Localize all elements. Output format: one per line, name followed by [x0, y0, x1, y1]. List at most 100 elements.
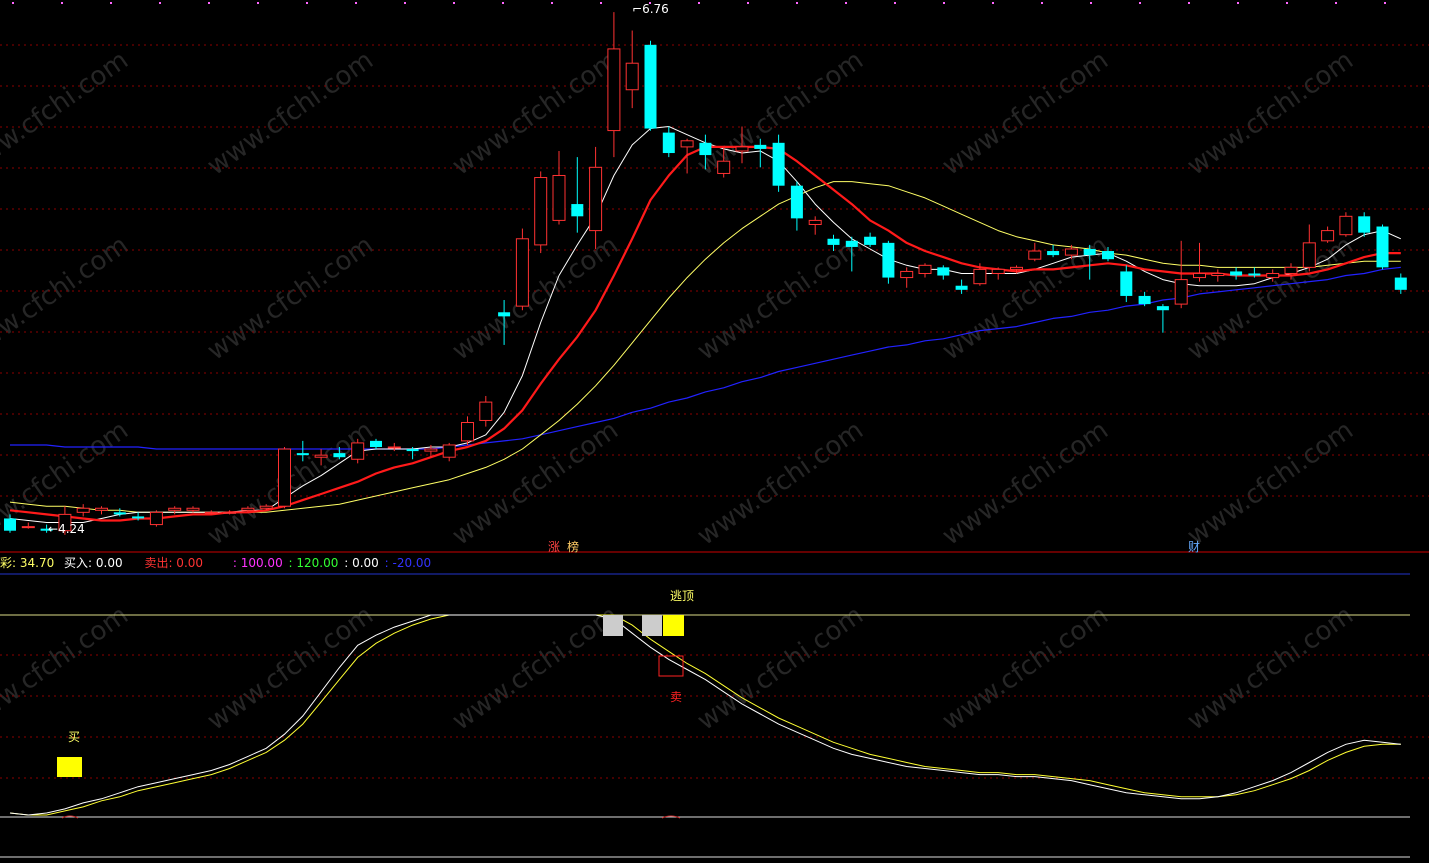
candle-body-down [1376, 226, 1389, 268]
top-tick [453, 2, 455, 4]
candle-body-up [1174, 279, 1188, 305]
candle-body-up [278, 448, 291, 507]
candle-body-up [589, 166, 603, 232]
candle-body-up [1284, 266, 1298, 274]
candle-body-up [351, 442, 365, 460]
candle-body-down [333, 453, 346, 458]
high-price-label: ⌐6.76 [632, 2, 669, 16]
top-tick [110, 2, 112, 4]
top-tick [257, 2, 259, 4]
top-tick [1188, 2, 1190, 4]
candle-body-down [882, 242, 895, 278]
top-tick [1237, 2, 1239, 4]
candle-body-up [515, 238, 529, 307]
candle-body-down [571, 204, 584, 217]
candle [1376, 224, 1389, 270]
top-tick [355, 2, 357, 4]
candle-body-up [314, 454, 328, 458]
status-level-120: : 120.00 [288, 556, 339, 570]
candle-body-down [370, 440, 382, 448]
arrow-icon: ⌐ [632, 2, 643, 16]
candle-body-up [717, 160, 731, 174]
candle-body-down [1230, 271, 1243, 276]
candle-body-up [1211, 272, 1225, 277]
candle-body-up [607, 48, 621, 132]
candle-body-down [699, 142, 712, 156]
candle-body-up [1339, 215, 1353, 236]
candle-body-down [498, 312, 511, 317]
top-tick [796, 2, 798, 4]
candle-body-down [662, 132, 675, 154]
candle [534, 171, 548, 254]
candle-body-down [1394, 277, 1407, 290]
escape-top-block [663, 615, 684, 636]
top-tick [992, 2, 994, 4]
candle-body-up [1302, 242, 1316, 268]
candle-body-up [534, 177, 548, 246]
top-tick [502, 2, 504, 4]
top-tick [1041, 2, 1043, 4]
top-tick [943, 2, 945, 4]
low-price-label: ←4.24 [48, 522, 85, 536]
marker-bang: 榜 [567, 540, 580, 554]
top-tick [1286, 2, 1288, 4]
candle-body-up [424, 448, 438, 452]
candle-body-down [827, 238, 840, 245]
candle-body-down [132, 516, 145, 519]
low-price-value: 4.24 [58, 522, 85, 536]
top-signal-block [642, 615, 662, 636]
chart-background [0, 0, 1429, 863]
status-level-100: : 100.00 [232, 556, 283, 570]
candle-body-down [864, 236, 877, 245]
candle-body-up [168, 507, 182, 511]
candle-body-down [1047, 251, 1060, 256]
candle-body-up [1193, 272, 1206, 279]
top-tick [845, 2, 847, 4]
candle-body-down [406, 449, 419, 452]
candle-body-up [973, 268, 987, 285]
sell-label: 卖 [670, 690, 683, 704]
candle [351, 438, 365, 464]
candle-body-up [186, 507, 200, 511]
candle [149, 510, 163, 527]
escape-top-label: 逃顶 [670, 589, 695, 603]
top-tick [404, 2, 406, 4]
top-tick [747, 2, 749, 4]
candle-body-up [259, 505, 273, 509]
status-level-0: : 0.00 [344, 556, 379, 570]
candle-body-down [955, 285, 968, 290]
candle-body-up [21, 526, 35, 529]
candle-body-up [149, 511, 163, 526]
candle-body-down [845, 240, 858, 247]
candle-body-down [772, 142, 785, 186]
candle [644, 40, 657, 131]
marker-zhang: 涨 [548, 540, 561, 554]
candle-body-up [204, 511, 218, 514]
candle-body-up [479, 401, 493, 421]
top-tick [551, 2, 553, 4]
candle-body-down [1156, 306, 1169, 311]
candle-body-down [1102, 251, 1114, 260]
candle-body-up [387, 446, 401, 449]
candle-body-down [1248, 273, 1261, 276]
candle-body-down [644, 44, 657, 129]
buy-label: 买 [68, 730, 81, 744]
candle-body-down [754, 144, 767, 149]
top-tick [159, 2, 161, 4]
candle-body-up [223, 511, 237, 514]
candle-body-up [1266, 272, 1280, 279]
candle-body-up [918, 264, 932, 274]
candle-body-up [76, 507, 90, 513]
candle-body-up [1064, 248, 1078, 256]
candle-body-down [937, 267, 950, 276]
candle-body-down [790, 185, 803, 219]
candle-body-up [625, 62, 639, 91]
candle-body-up [1321, 230, 1335, 242]
candle-body-down [113, 512, 126, 515]
candle-body-up [95, 507, 108, 511]
candle-body-down [1120, 271, 1133, 296]
candle-body-up [1028, 250, 1042, 260]
top-tick [208, 2, 210, 4]
candle-body-up [991, 268, 1005, 274]
status-caixiang: 彩: 34.70 [0, 556, 55, 570]
